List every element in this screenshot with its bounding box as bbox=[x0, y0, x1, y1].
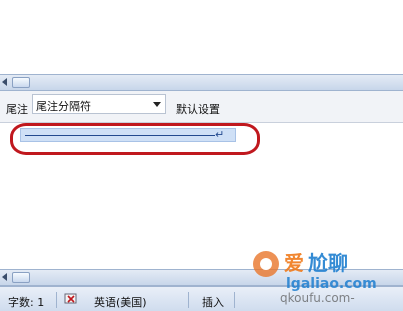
status-divider bbox=[56, 292, 57, 308]
chevron-down-icon[interactable] bbox=[153, 102, 161, 107]
notes-label: 尾注 bbox=[6, 103, 28, 116]
separator-line bbox=[25, 135, 215, 136]
scroll-thumb[interactable] bbox=[12, 272, 30, 283]
separator-selection[interactable]: ↵ bbox=[20, 128, 236, 142]
status-divider bbox=[234, 292, 235, 308]
spellcheck-icon[interactable] bbox=[64, 292, 80, 306]
notes-type-select[interactable]: 尾注分隔符 bbox=[32, 94, 166, 114]
paragraph-mark: ↵ bbox=[215, 128, 225, 141]
reset-button[interactable]: 默认设置 bbox=[176, 101, 220, 117]
scroll-left-icon[interactable] bbox=[2, 78, 7, 86]
notes-toolbar: 尾注 尾注分隔符 默认设置 bbox=[0, 91, 403, 123]
language-status[interactable]: 英语(美国) bbox=[94, 294, 147, 310]
lower-scrollbar[interactable] bbox=[0, 269, 403, 286]
horizontal-scrollbar[interactable] bbox=[0, 74, 403, 91]
status-bar: 字数: 1 英语(美国) 插入 bbox=[0, 286, 403, 311]
word-count[interactable]: 字数: 1 bbox=[8, 294, 44, 310]
notes-select-value: 尾注分隔符 bbox=[36, 100, 91, 113]
insert-mode[interactable]: 插入 bbox=[202, 294, 224, 310]
status-divider bbox=[188, 292, 189, 308]
document-area bbox=[0, 0, 403, 74]
notes-pane[interactable]: ↵ bbox=[0, 123, 403, 269]
scroll-left-icon[interactable] bbox=[2, 273, 7, 281]
scroll-thumb[interactable] bbox=[12, 77, 30, 88]
